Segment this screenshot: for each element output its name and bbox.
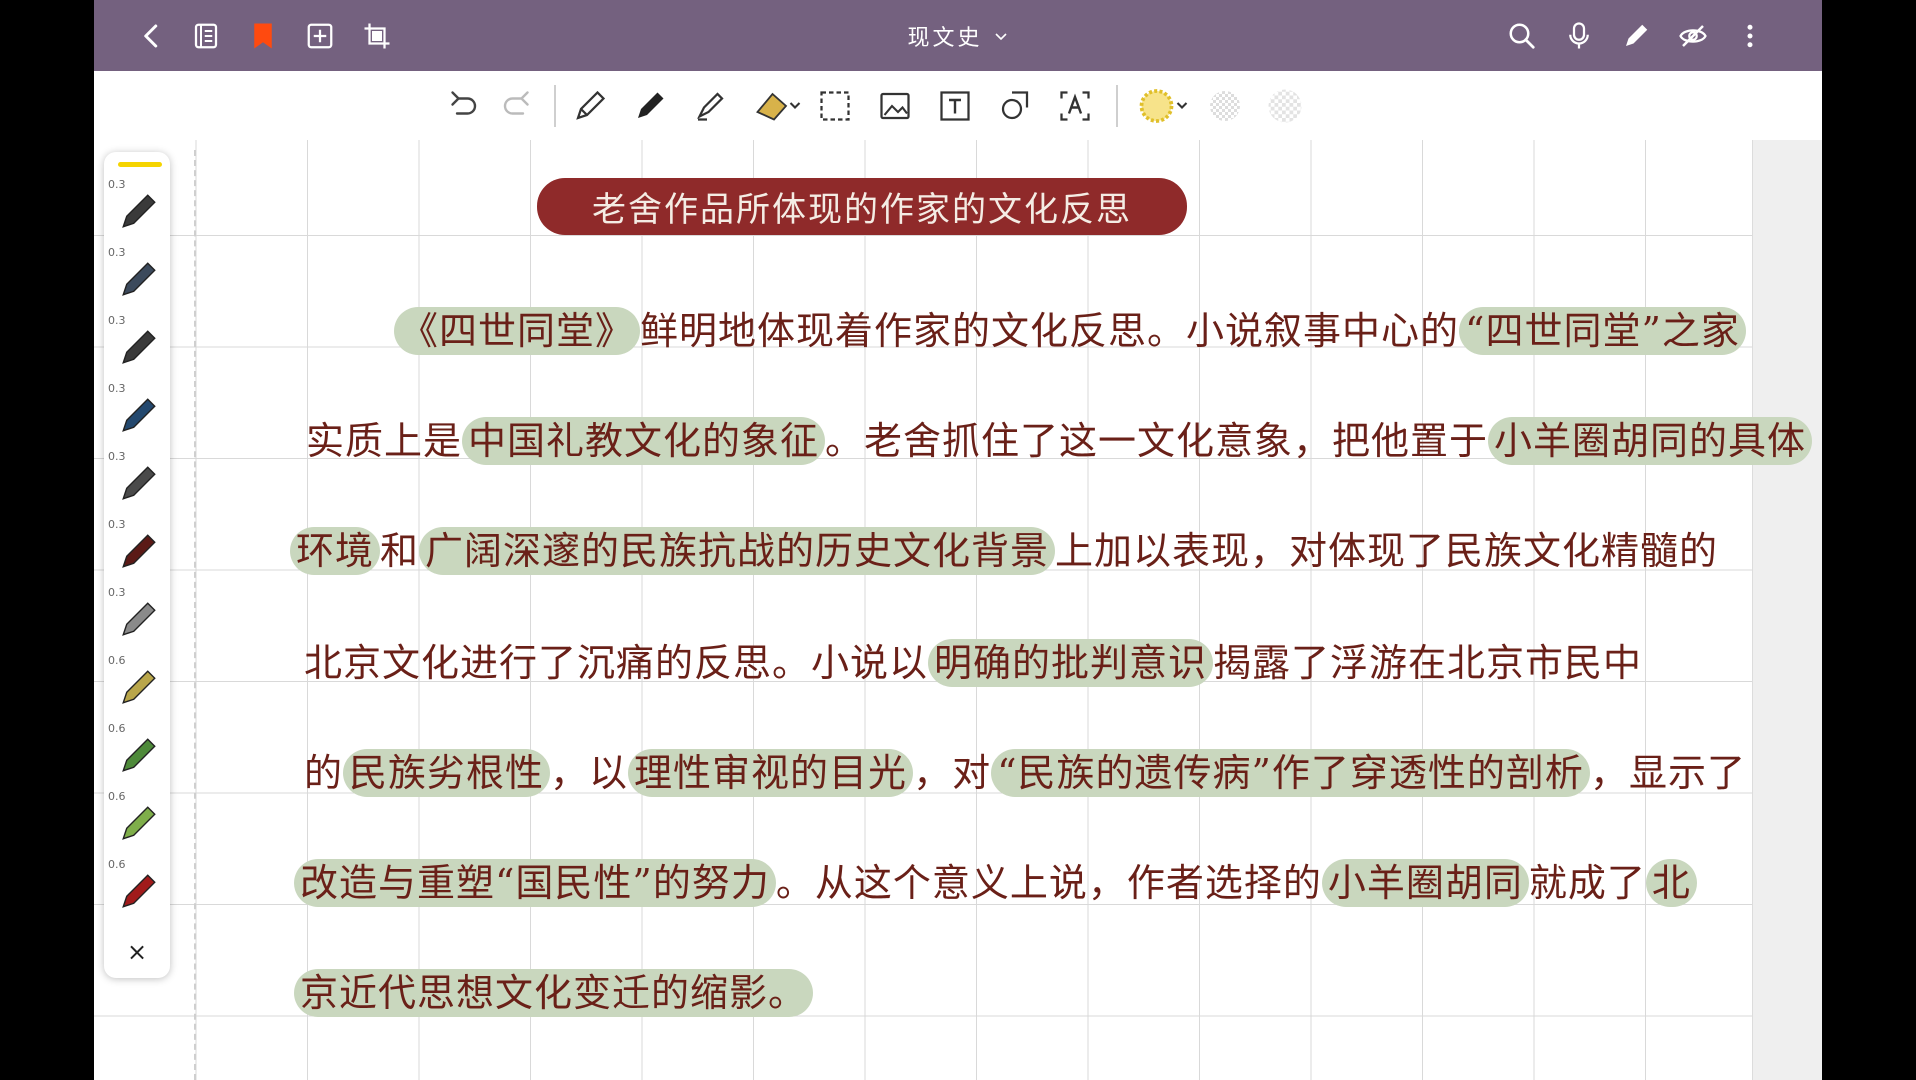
document-title[interactable]: 现文史 [907,20,1008,52]
text-icon[interactable] [934,85,976,127]
pen-icon [122,874,156,908]
pen-slot-6[interactable]: 0.3 [104,518,170,586]
heading-text: 老舍作品所体现的作家的文化反思 [592,190,1132,230]
top-bar: 现文史 [94,0,1822,71]
chevron-left-icon[interactable] [130,14,174,58]
texture2-icon[interactable] [1264,85,1306,127]
highlight: 中国礼教文化的象征 [462,417,826,465]
pen-icon [122,602,156,636]
lasso-icon[interactable] [814,85,856,127]
image-icon[interactable] [874,85,916,127]
pen-icon [122,194,156,228]
highlight: 理性审视的目光 [628,749,914,797]
line-text: 。从这个意义上说，作者选择的 [775,861,1322,905]
pen-icon[interactable] [1614,14,1658,58]
line-text: ，对 [913,751,992,795]
pen-icon [122,738,156,772]
highlight: “四世同堂”之家 [1459,307,1746,355]
note-heading: 老舍作品所体现的作家的文化反思 [537,178,1187,235]
ocr-icon[interactable] [1054,85,1096,127]
line-text: 和 [380,529,420,573]
pen-slot-3[interactable]: 0.3 [104,314,170,382]
close-icon[interactable]: × [104,932,170,972]
highlight: 《四世同堂》 [394,307,641,355]
pencil-icon[interactable] [569,85,611,127]
line-text: 的 [304,751,344,795]
eraser-icon[interactable] [749,85,805,127]
pen-slot-9[interactable]: 0.6 [104,722,170,790]
color-icon[interactable] [1134,85,1194,127]
pen-tool-icon[interactable] [629,85,671,127]
note-app: 现文史 老舍作品所体现的作家的文化反思 《四世同堂》 鲜明地体现着作家的文化反思… [94,0,1822,1080]
highlight: 京近代思想文化变迁的缩影。 [294,969,814,1017]
page-gutter [1752,140,1822,1080]
pen-icon [122,262,156,296]
shape-icon[interactable] [994,85,1036,127]
line-text: 北京文化进行了沉痛的反思。小说以 [304,641,929,685]
highlight: 北 [1645,859,1697,907]
pen-slot-7[interactable]: 0.3 [104,586,170,654]
text-line-2: 实质上是 中国礼教文化的象征 。老舍抓住了这一文化意象，把他置于 小羊圈胡同的具体 [306,410,1813,465]
line-text: 实质上是 [306,419,463,463]
text-line-7: 京近代思想文化变迁的缩影。 [294,962,814,1017]
pen-icon [122,806,156,840]
pen-slot-5[interactable]: 0.3 [104,450,170,518]
highlight: 改造与重塑“国民性”的努力 [294,859,776,907]
pen-slot-8[interactable]: 0.6 [104,654,170,722]
more-icon[interactable] [1728,14,1772,58]
pen-slot-4[interactable]: 0.3 [104,382,170,450]
highlight: 小羊圈胡同 [1321,859,1529,907]
pen-slot-10[interactable]: 0.6 [104,790,170,858]
pen-icon [122,330,156,364]
highlighter-icon[interactable] [689,85,731,127]
pen-slot-1[interactable]: 0.3 [104,178,170,246]
text-line-3: 环境和广阔深邃的民族抗战的历史文化背景 上加以表现，对体现了民族文化精髓的 [290,520,1718,575]
selected-color-indicator [118,162,162,167]
hide-icon[interactable] [1671,14,1715,58]
pen-palette: 0.3 0.3 0.3 0.3 0.3 0.3 0.3 0.6 0.6 0.6 0.6 × [104,152,170,978]
tool-bar [94,71,1822,141]
pen-icon [122,398,156,432]
highlight: 广阔深邃的民族抗战的历史文化背景 [419,527,1056,575]
line-text: ，以 [550,751,629,795]
note-canvas[interactable] [94,140,1752,1080]
add-page-icon[interactable] [298,14,342,58]
pen-icon [122,534,156,568]
bookmark-icon[interactable] [241,14,285,58]
texture1-icon[interactable] [1204,85,1246,127]
line-text: 就成了 [1528,861,1646,905]
crop-icon[interactable] [355,14,399,58]
text-line-6: 改造与重塑“国民性”的努力 。从这个意义上说，作者选择的 小羊圈胡同 就成了北 [294,852,1697,907]
text-line-1: 《四世同堂》 鲜明地体现着作家的文化反思。小说叙事中心的 “四世同堂”之家 [394,300,1746,355]
redo-icon[interactable] [496,85,538,127]
search-icon[interactable] [1500,14,1544,58]
highlight: 环境 [290,527,381,575]
page-margin-line [194,150,196,1080]
undo-icon[interactable] [442,85,484,127]
pen-slot-11[interactable]: 0.6 [104,858,170,926]
line-text: 上加以表现，对体现了民族文化精髓的 [1055,529,1719,573]
highlight: 小羊圈胡同的具体 [1488,417,1813,465]
mic-icon[interactable] [1557,14,1601,58]
document-title-text: 现文史 [907,25,983,51]
highlight: 民族劣根性 [343,749,551,797]
pen-icon [122,670,156,704]
pen-icon [122,466,156,500]
text-line-4: 北京文化进行了沉痛的反思。小说以 明确的批判意识 揭露了浮游在北京市民中 [304,632,1642,687]
line-text: 。老舍抓住了这一文化意象，把他置于 [825,419,1489,463]
highlight: “民族的遗传病”作了穿透性的剖析 [991,749,1590,797]
text-line-5: 的民族劣根性 ，以 理性审视的目光 ，对 “民族的遗传病”作了穿透性的剖析 ，显示了 [304,742,1746,797]
chevron-down-icon [994,32,1007,40]
highlight: 明确的批判意识 [928,639,1214,687]
outline-icon[interactable] [184,14,228,58]
line-text: 揭露了浮游在北京市民中 [1213,641,1643,685]
pen-slot-2[interactable]: 0.3 [104,246,170,314]
line-text: 鲜明地体现着作家的文化反思。小说叙事中心的 [640,309,1460,353]
line-text: ，显示了 [1589,751,1746,795]
